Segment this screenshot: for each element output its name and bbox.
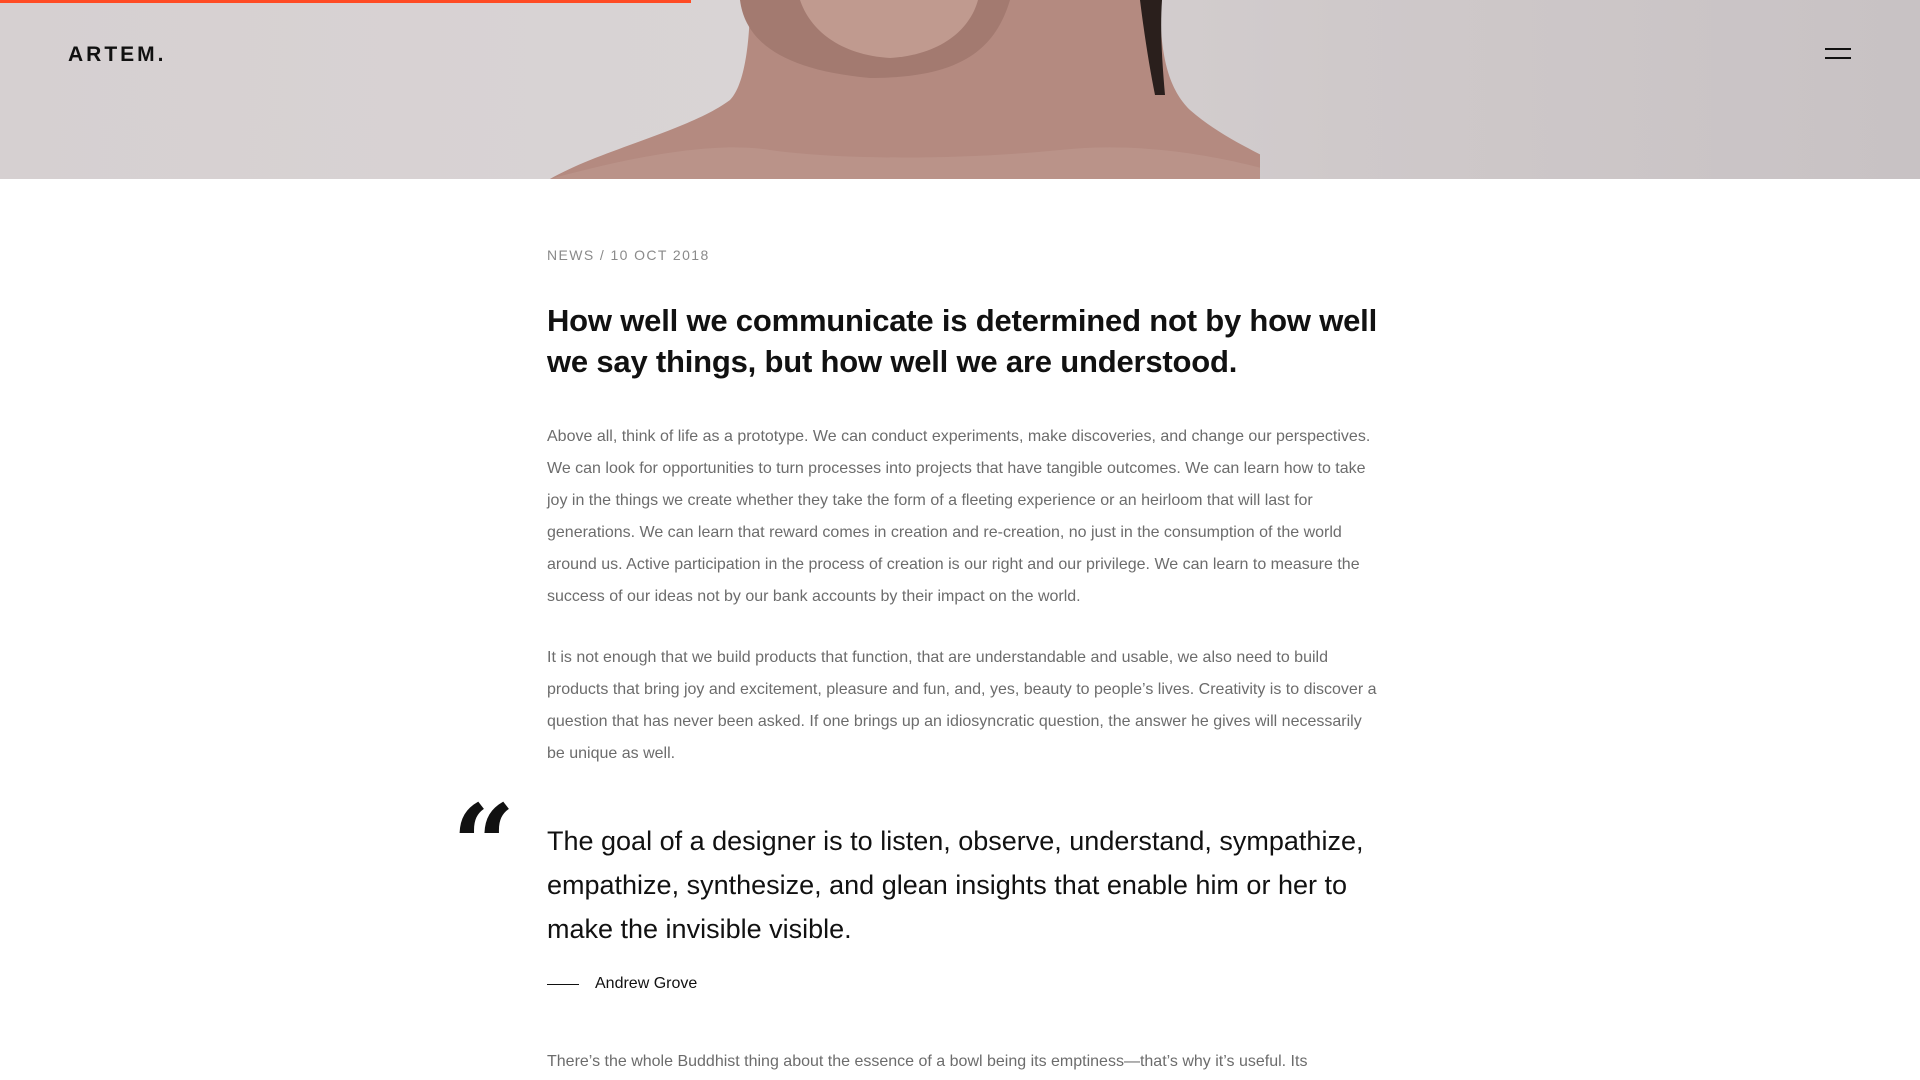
menu-line-top xyxy=(1825,48,1851,50)
hero-image xyxy=(0,0,1920,179)
article-paragraph: It is not enough that we build products … xyxy=(547,649,1377,762)
quote-author-name: Andrew Grove xyxy=(595,975,698,992)
article-meta: NEWS / 10 OCT 2018 xyxy=(547,247,710,263)
article-paragraph: There’s the whole Buddhist thing about t… xyxy=(547,1053,1308,1070)
quote-author: Andrew Grove xyxy=(547,975,697,993)
site-logo[interactable]: ARTEM. xyxy=(68,43,167,67)
menu-line-bottom xyxy=(1825,57,1851,59)
article-title: How well we communicate is determined no… xyxy=(547,303,1378,379)
author-dash xyxy=(547,983,579,985)
portrait-photo xyxy=(550,0,1260,179)
blockquote-text: The goal of a designer is to listen, obs… xyxy=(547,826,1364,944)
quote-mark-icon: “ xyxy=(452,780,516,909)
logo-text: ARTEM. xyxy=(68,43,167,66)
reading-progress-bar xyxy=(0,0,692,3)
article-paragraph: Above all, think of life as a prototype.… xyxy=(547,428,1371,605)
hamburger-menu-icon[interactable] xyxy=(1825,47,1855,65)
